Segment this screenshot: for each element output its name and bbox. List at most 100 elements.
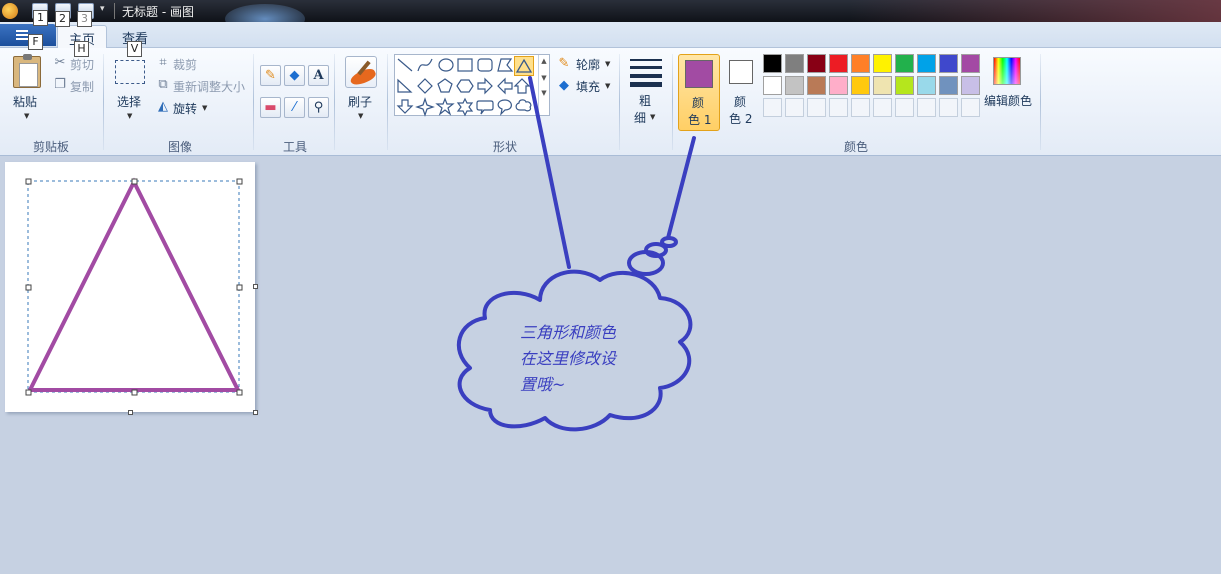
palette-custom-swatch[interactable] [851,98,870,117]
line-shape-icon [397,58,413,72]
palette-custom-swatch[interactable] [807,98,826,117]
select-dropdown-icon[interactable]: ▼ [127,112,132,120]
palette-custom-swatch[interactable] [939,98,958,117]
size-label-line1[interactable]: 粗 [639,92,651,109]
palette-custom-swatch[interactable] [785,98,804,117]
brushes-button-label[interactable]: 刷子 [348,93,372,110]
shape-fill-button[interactable]: 填充 [576,78,600,95]
annotation-line-2: 在这里修改设 [520,349,617,368]
palette-custom-swatch[interactable] [917,98,936,117]
palette-custom-swatch[interactable] [763,98,782,117]
left-arrow-shape-icon [497,77,513,95]
palette-color-swatch[interactable] [851,76,870,95]
palette-color-swatch[interactable] [939,76,958,95]
palette-color-swatch[interactable] [851,54,870,73]
gallery-scroll-down-icon[interactable]: ▼ [539,74,549,82]
gallery-expand-icon[interactable]: ▼ [539,89,549,97]
palette-color-swatch[interactable] [829,54,848,73]
tools-group-label: 工具 [282,140,307,154]
paste-button-label[interactable]: 粘贴 [13,93,37,110]
brushes-icon[interactable] [345,56,377,88]
annotation-line-3: 置哦~ [520,375,566,394]
resize-icon: ⧉ [158,77,168,92]
canvas-resize-handle-right[interactable] [253,284,258,289]
palette-custom-swatch[interactable] [895,98,914,117]
qat-customize-icon[interactable]: ▾ [100,4,105,14]
palette-custom-swatch[interactable] [961,98,980,117]
drawing-canvas[interactable] [5,162,255,412]
text-icon[interactable]: A [308,65,329,86]
hexagon-shape-icon [456,79,474,93]
canvas-resize-handle-corner[interactable] [253,410,258,415]
triangle-shape-icon[interactable] [514,56,534,76]
rectangle-shape-icon [457,58,473,72]
color-picker-icon[interactable]: ⁄ [284,97,305,118]
palette-color-swatch[interactable] [961,76,980,95]
palette-custom-swatch[interactable] [829,98,848,117]
fill-dropdown-icon[interactable]: ▼ [605,82,610,90]
palette-custom-swatch[interactable] [873,98,892,117]
outline-dropdown-icon[interactable]: ▼ [605,60,610,68]
paint-app-icon[interactable] [2,3,18,19]
shapes-gallery-scrollbar[interactable]: ▲ ▼ ▼ [538,55,549,115]
color2-label-line2[interactable]: 色 2 [729,110,752,127]
select-icon[interactable] [115,60,145,84]
eraser-icon[interactable]: ▬ [260,97,281,118]
copy-button[interactable]: 复制 [70,78,94,95]
palette-color-swatch[interactable] [829,76,848,95]
ribbon: 粘贴 ▼ ✂ 剪切 ❐ 复制 剪贴板 选择 ▼ ⌗ 裁剪 ⧉ 重新调整大小 ◭ … [0,48,1221,156]
diamond-shape-icon [417,78,433,94]
brushes-dropdown-icon[interactable]: ▼ [358,112,363,120]
color2-label-line1[interactable]: 颜 [734,93,746,110]
outline-icon: ✎ [558,56,570,71]
palette-color-swatch[interactable] [763,54,782,73]
palette-color-swatch[interactable] [917,76,936,95]
paste-dropdown-icon[interactable]: ▼ [24,112,29,120]
up-arrow-shape-icon [513,78,531,94]
rotate-dropdown-icon[interactable]: ▼ [202,104,207,112]
palette-color-swatch[interactable] [917,54,936,73]
window-title: 无标题 - 画图 [122,5,194,19]
palette-color-swatch[interactable] [807,76,826,95]
curve-shape-icon [417,58,433,72]
size-icon[interactable] [630,58,662,87]
magnifier-icon[interactable]: ⚲ [308,97,329,118]
group-separator [672,54,673,150]
color1-button[interactable]: 颜 色 1 [678,54,720,131]
cut-button[interactable]: 剪切 [70,56,94,73]
palette-color-swatch[interactable] [895,54,914,73]
edit-colors-button[interactable]: 编辑颜色 [984,92,1032,109]
size-label-line2[interactable]: 细 [634,109,646,126]
palette-color-swatch[interactable] [785,54,804,73]
qat-separator [114,3,115,19]
crop-button[interactable]: 裁剪 [173,56,197,73]
palette-color-swatch[interactable] [895,76,914,95]
gallery-scroll-up-icon[interactable]: ▲ [539,57,549,65]
color1-label-line2: 色 1 [688,113,712,127]
paste-icon[interactable] [13,54,41,88]
select-button-label[interactable]: 选择 [117,93,141,110]
palette-color-swatch[interactable] [785,76,804,95]
shape-outline-button[interactable]: 轮廓 [576,56,600,73]
group-separator [253,54,254,150]
pencil-icon[interactable]: ✎ [260,65,281,86]
edit-colors-icon[interactable] [993,57,1021,85]
keytip-qat-1: 1 [33,10,48,26]
palette-color-swatch[interactable] [961,54,980,73]
title-bar-background [850,0,1221,22]
rotate-button[interactable]: 旋转 [173,100,197,117]
canvas-resize-handle-bottom[interactable] [128,410,133,415]
group-separator [1040,54,1041,150]
keytip-view: V [127,41,142,57]
keytip-file: F [28,34,43,50]
palette-color-swatch[interactable] [873,54,892,73]
fill-icon[interactable]: ◆ [284,65,305,86]
size-dropdown-icon[interactable]: ▼ [650,113,655,121]
pentagon-shape-icon [437,78,453,93]
resize-button[interactable]: 重新调整大小 [173,78,245,95]
palette-color-swatch[interactable] [939,54,958,73]
palette-color-swatch[interactable] [807,54,826,73]
clipboard-group-label: 剪贴板 [32,140,69,154]
palette-color-swatch[interactable] [873,76,892,95]
palette-color-swatch[interactable] [763,76,782,95]
